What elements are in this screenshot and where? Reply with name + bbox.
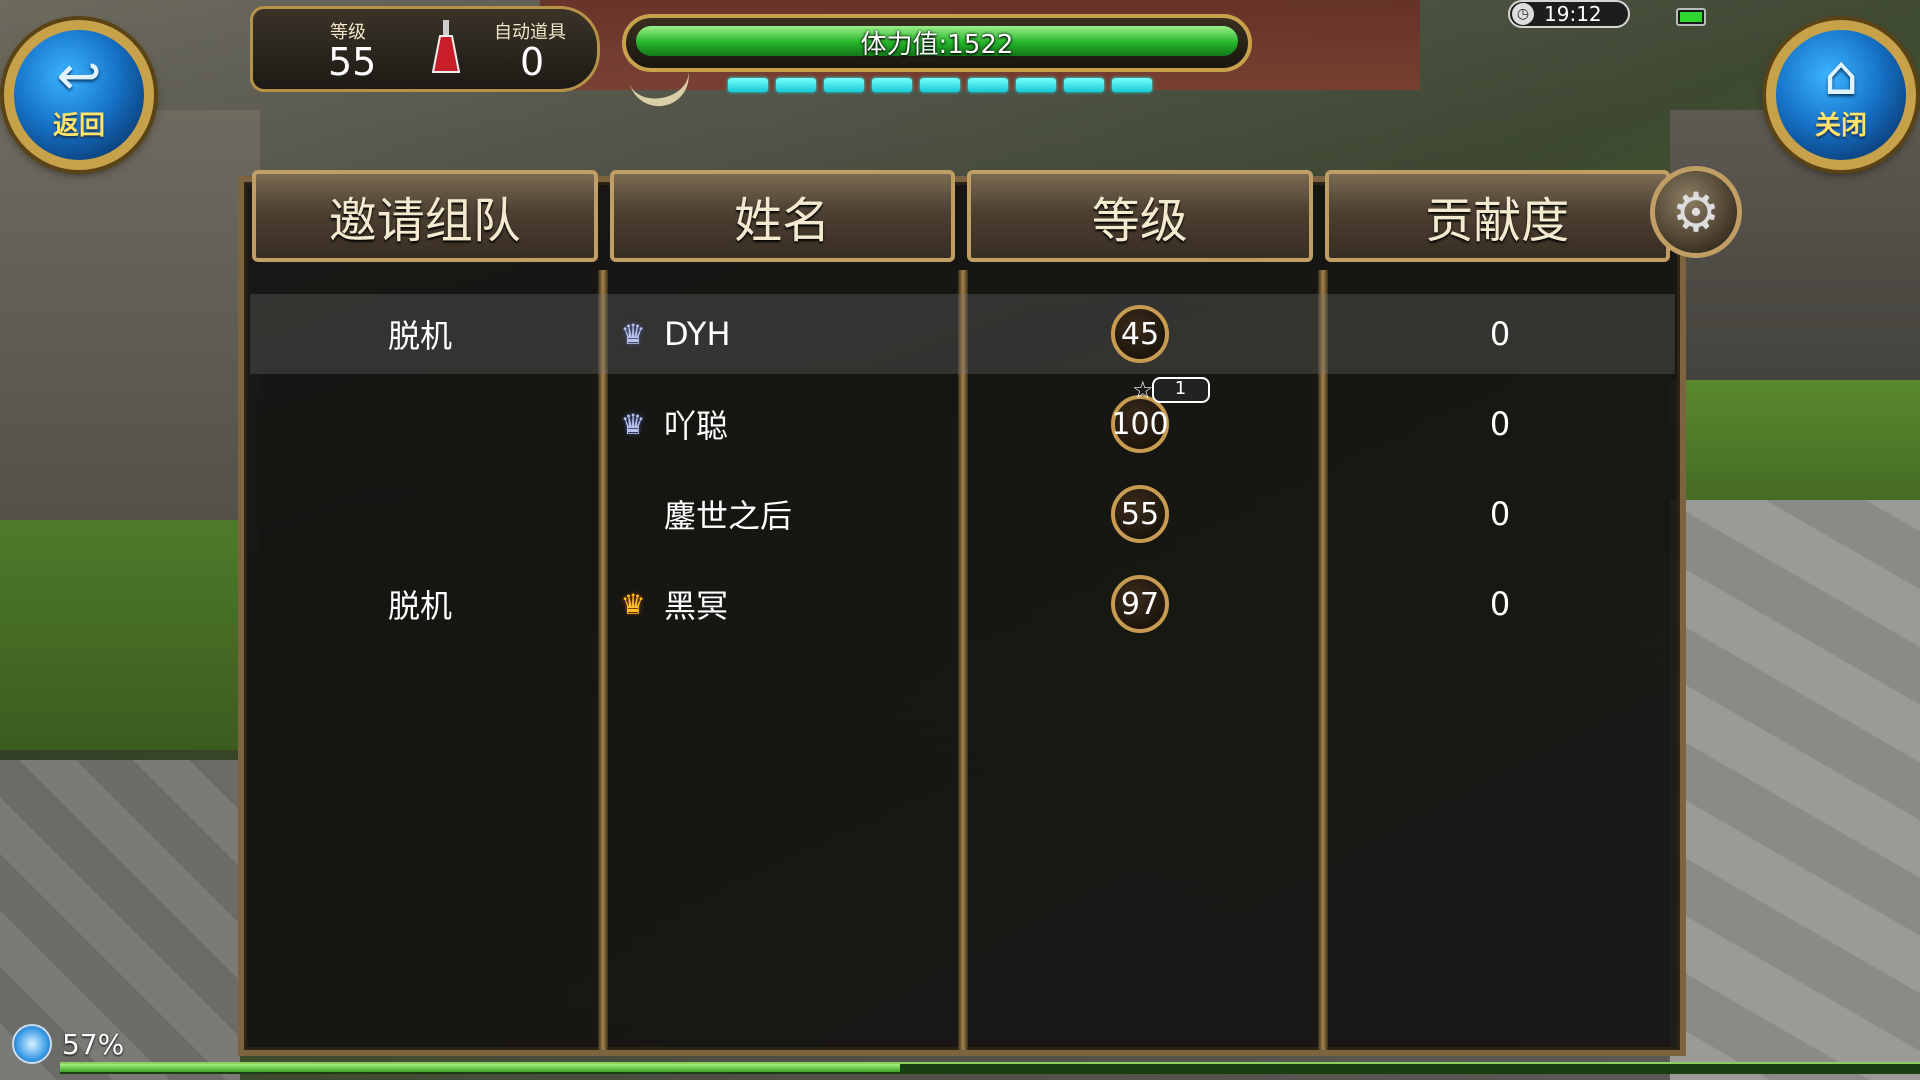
star-icon: ☆ bbox=[1132, 376, 1154, 404]
member-level-cell: 97 bbox=[970, 564, 1310, 644]
member-name-cell: ♛ 吖聪 bbox=[610, 384, 950, 464]
potion-icon[interactable] bbox=[432, 18, 460, 74]
member-name: 吖聪 bbox=[664, 407, 729, 445]
background-stone-right bbox=[1670, 500, 1920, 1080]
member-contribution: 0 bbox=[1489, 495, 1511, 533]
member-name: 黑冥 bbox=[664, 587, 729, 625]
gold-crown-icon: ♛ bbox=[620, 587, 646, 621]
member-contribution: 0 bbox=[1489, 585, 1511, 623]
member-status: 脱机 bbox=[387, 587, 452, 625]
header-contribution[interactable]: 贡献度 bbox=[1324, 170, 1670, 262]
member-name-cell: ♛ 鏖世之后 bbox=[610, 474, 950, 554]
table-row[interactable]: 脱机 ♛ 黑冥 97 0 bbox=[250, 564, 1675, 644]
header-level[interactable]: 等级 bbox=[967, 170, 1313, 262]
member-contribution: 0 bbox=[1489, 315, 1511, 353]
level-badge: 45 bbox=[1111, 305, 1169, 363]
silver-crown-icon: ♛ bbox=[620, 407, 646, 441]
level-badge: 55 bbox=[1111, 485, 1169, 543]
back-arrow-icon: ↩ bbox=[56, 43, 102, 107]
battery-icon bbox=[1676, 8, 1706, 26]
header-invite-team[interactable]: 邀请组队 bbox=[252, 170, 598, 262]
background-grass-left bbox=[0, 520, 240, 750]
clock: ◷ 19:12 bbox=[1508, 0, 1630, 28]
experience-bar bbox=[60, 1062, 1920, 1074]
auto-item-value: 0 bbox=[520, 40, 545, 84]
member-name: DYH bbox=[664, 315, 731, 353]
silver-crown-icon: ♛ bbox=[620, 317, 646, 351]
clock-time: 19:12 bbox=[1544, 2, 1602, 26]
experience-percent: 57% bbox=[62, 1028, 125, 1061]
star-count: 1 bbox=[1151, 377, 1210, 403]
experience-fill bbox=[60, 1064, 900, 1072]
member-name-cell: ♛ 黑冥 bbox=[610, 564, 950, 644]
member-level-cell: 55 bbox=[970, 474, 1310, 554]
background-grass-right bbox=[1670, 380, 1920, 500]
level-value: 55 bbox=[328, 40, 377, 84]
table-row[interactable]: ♛ 鏖世之后 55 0 bbox=[250, 474, 1675, 554]
table-header: 邀请组队 姓名 等级 贡献度 bbox=[246, 170, 1676, 270]
settings-gear-icon[interactable]: ⚙ bbox=[1650, 166, 1742, 258]
table-row[interactable]: ♛ 吖聪 100 0 bbox=[250, 384, 1675, 464]
member-name: 鏖世之后 bbox=[664, 497, 793, 535]
member-status bbox=[250, 474, 590, 554]
clock-icon: ◷ bbox=[1512, 3, 1534, 25]
member-status bbox=[250, 384, 590, 464]
experience-icon bbox=[12, 1024, 52, 1064]
close-button[interactable]: ⌂ 关闭 bbox=[1766, 20, 1916, 170]
back-button[interactable]: ↩ 返回 bbox=[4, 20, 154, 170]
member-name-cell: ♛ DYH bbox=[610, 294, 950, 374]
energy-segments bbox=[728, 78, 1152, 92]
stamina-text: 体力值:1522 bbox=[860, 30, 1014, 60]
member-status: 脱机 bbox=[387, 317, 452, 355]
member-contribution: 0 bbox=[1489, 405, 1511, 443]
star-tag: ☆ 1 bbox=[1132, 376, 1210, 404]
member-level-cell: 45 bbox=[970, 294, 1310, 374]
back-button-label: 返回 bbox=[52, 110, 105, 141]
stamina-bar: 体力值:1522 bbox=[622, 14, 1252, 72]
table-row[interactable]: 脱机 ♛ DYH 45 0 bbox=[250, 294, 1675, 374]
home-icon: ⌂ bbox=[1823, 43, 1859, 107]
level-badge: 97 bbox=[1111, 575, 1169, 633]
close-button-label: 关闭 bbox=[1814, 110, 1867, 141]
header-name[interactable]: 姓名 bbox=[609, 170, 955, 262]
